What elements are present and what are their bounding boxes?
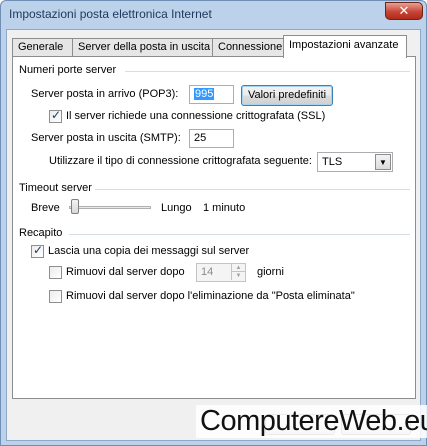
divider bbox=[69, 234, 410, 235]
tab-impostazioni-avanzate[interactable]: Impostazioni avanzate bbox=[283, 35, 407, 58]
encryption-type-value: TLS bbox=[322, 156, 343, 168]
timeout-slider-thumb[interactable] bbox=[71, 199, 79, 214]
title-bar[interactable]: Impostazioni posta elettronica Internet … bbox=[1, 1, 426, 29]
window-title: Impostazioni posta elettronica Internet bbox=[9, 7, 212, 21]
encryption-type-label: Utilizzare il tipo di connessione critto… bbox=[49, 155, 312, 167]
watermark-logo: ComputereWeb.eu bbox=[196, 405, 427, 438]
ssl-checkbox-label[interactable]: Il server richiede una connessione critt… bbox=[66, 110, 325, 122]
outgoing-port-value: 25 bbox=[194, 132, 207, 144]
remove-deleted-checkbox[interactable] bbox=[49, 290, 62, 303]
leave-copy-checkbox[interactable] bbox=[31, 243, 44, 258]
outgoing-port-input[interactable]: 25 bbox=[189, 129, 234, 148]
tab-generale[interactable]: Generale bbox=[12, 38, 73, 57]
incoming-port-value: 995 bbox=[194, 88, 215, 100]
remove-after-checkbox[interactable] bbox=[49, 266, 62, 279]
chevron-down-icon[interactable]: ▼ bbox=[375, 154, 391, 170]
timeout-slider-track[interactable] bbox=[69, 206, 151, 209]
close-button[interactable]: ✕ bbox=[385, 2, 423, 20]
outgoing-port-label: Server posta in uscita (SMTP): bbox=[31, 132, 181, 144]
leave-copy-label[interactable]: Lascia una copia dei messaggi sul server bbox=[48, 245, 249, 257]
divider bbox=[125, 71, 410, 72]
remove-after-days-spinner[interactable]: 14 ▲ ▼ bbox=[196, 263, 246, 282]
dialog-window: Impostazioni posta elettronica Internet … bbox=[0, 0, 427, 446]
incoming-port-label: Server posta in arrivo (POP3): bbox=[31, 88, 179, 100]
close-icon: ✕ bbox=[398, 3, 410, 18]
tab-server-uscita[interactable]: Server della posta in uscita bbox=[72, 38, 213, 57]
timeout-long-label: Lungo bbox=[161, 202, 192, 214]
timeout-group-title: Timeout server bbox=[19, 182, 92, 194]
spin-up-icon[interactable]: ▲ bbox=[231, 264, 245, 272]
encryption-type-select[interactable]: TLS ▼ bbox=[317, 152, 393, 172]
timeout-short-label: Breve bbox=[31, 202, 60, 214]
delivery-group-title: Recapito bbox=[19, 227, 63, 239]
ssl-checkbox[interactable] bbox=[49, 108, 62, 123]
dialog-client-area: Generale Server della posta in uscita Co… bbox=[6, 29, 421, 441]
tab-connessione[interactable]: Connessione bbox=[212, 38, 284, 57]
remove-deleted-label[interactable]: Rimuovi dal server dopo l'eliminazione d… bbox=[66, 290, 355, 302]
timeout-value: 1 minuto bbox=[203, 202, 246, 214]
days-unit-label: giorni bbox=[257, 266, 284, 278]
advanced-settings-panel: Numeri porte server Server posta in arri… bbox=[12, 56, 416, 399]
ports-group-title: Numeri porte server bbox=[19, 64, 117, 76]
spin-down-icon[interactable]: ▼ bbox=[231, 272, 245, 280]
divider bbox=[95, 189, 410, 190]
incoming-port-input[interactable]: 995 bbox=[189, 85, 234, 104]
remove-after-days-value: 14 bbox=[201, 266, 214, 278]
remove-after-label[interactable]: Rimuovi dal server dopo bbox=[66, 266, 185, 278]
defaults-button[interactable]: Valori predefiniti bbox=[241, 85, 333, 106]
